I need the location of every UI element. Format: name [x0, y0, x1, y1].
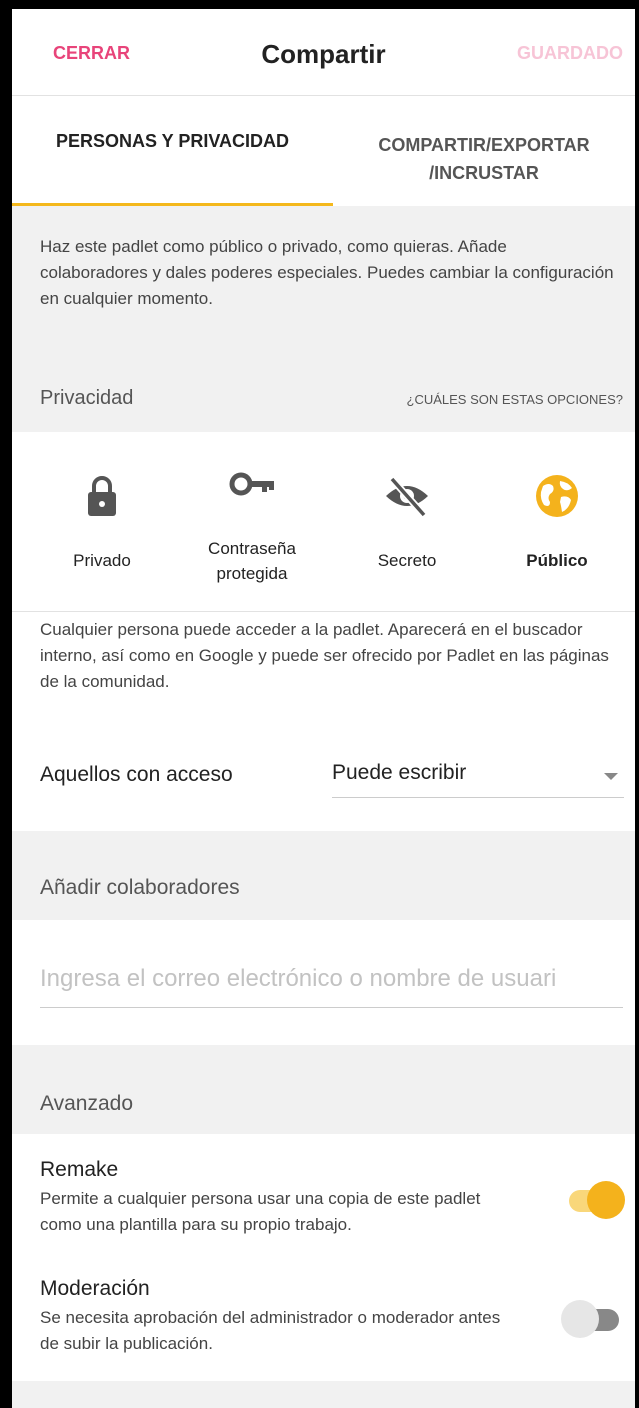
- tab-label-line1: COMPARTIR/EXPORTAR: [378, 135, 590, 155]
- moderation-toggle[interactable]: [561, 1297, 623, 1341]
- share-dialog: CERRAR Compartir GUARDADO PERSONAS Y PRI…: [0, 0, 639, 1408]
- privacy-option-label-line1: Contraseña: [208, 539, 296, 558]
- remake-title: Remake: [40, 1158, 119, 1181]
- collaborators-section-header: Añadir colaboradores: [12, 831, 635, 920]
- tab-label-line2: /INCRUSTAR: [429, 163, 539, 183]
- globe-icon: [536, 475, 578, 517]
- advanced-title: Avanzado: [40, 1092, 134, 1115]
- privacy-option-public[interactable]: Público: [482, 432, 632, 611]
- collaborators-title: Añadir colaboradores: [40, 876, 240, 899]
- privacy-options-help-link[interactable]: ¿CUÁLES SON ESTAS OPCIONES?: [407, 392, 623, 407]
- privacy-section-label: Privacidad: [40, 387, 134, 409]
- access-label: Aquellos con acceso: [40, 763, 233, 786]
- privacy-option-private[interactable]: Privado: [27, 432, 177, 611]
- tab-bar: PERSONAS Y PRIVACIDAD COMPARTIR/EXPORTAR…: [12, 96, 635, 206]
- eye-slash-icon: [386, 476, 428, 518]
- access-dropdown-value: Puede escribir: [332, 761, 467, 784]
- intro-text: Haz este padlet como público o privado, …: [40, 237, 614, 308]
- access-dropdown[interactable]: Puede escribir: [332, 745, 624, 798]
- moderation-description: Se necesita aprobación del administrador…: [40, 1308, 501, 1353]
- saved-status: GUARDADO: [517, 43, 623, 63]
- advanced-section-header: Avanzado: [12, 1045, 635, 1134]
- privacy-option-label: Privado: [73, 551, 131, 570]
- footer-band: [12, 1381, 635, 1408]
- remake-description: Permite a cualquier persona usar una cop…: [40, 1189, 481, 1234]
- tab-share-export[interactable]: COMPARTIR/EXPORTAR /INCRUSTAR: [333, 96, 635, 206]
- remake-toggle[interactable]: [561, 1178, 625, 1222]
- privacy-option-secret[interactable]: Secreto: [332, 432, 482, 611]
- remake-setting: Remake Permite a cualquier persona usar …: [40, 1158, 625, 1238]
- dropdown-arrow-icon: [604, 773, 618, 780]
- privacy-options: Privado Contraseña protegida Secreto Púb…: [12, 432, 635, 612]
- moderation-title: Moderación: [40, 1277, 150, 1300]
- privacy-option-password[interactable]: Contraseña protegida: [177, 432, 327, 611]
- collaborator-email-input[interactable]: [40, 951, 623, 1008]
- dialog-header: CERRAR Compartir GUARDADO: [12, 9, 635, 96]
- privacy-option-label: Secreto: [377, 551, 437, 570]
- lock-icon: [88, 476, 116, 516]
- privacy-option-label: Público: [526, 551, 588, 570]
- toggle-knob: [561, 1300, 599, 1338]
- moderation-setting: Moderación Se necesita aprobación del ad…: [40, 1277, 623, 1357]
- intro-section: Haz este padlet como público o privado, …: [12, 206, 635, 432]
- key-icon: [229, 472, 274, 496]
- tab-label: PERSONAS Y PRIVACIDAD: [55, 131, 290, 151]
- privacy-description: Cualquier persona puede acceder a la pad…: [40, 620, 609, 691]
- toggle-knob: [587, 1181, 625, 1219]
- tab-people-privacy[interactable]: PERSONAS Y PRIVACIDAD: [12, 96, 333, 206]
- privacy-option-label-line2: protegida: [216, 564, 288, 583]
